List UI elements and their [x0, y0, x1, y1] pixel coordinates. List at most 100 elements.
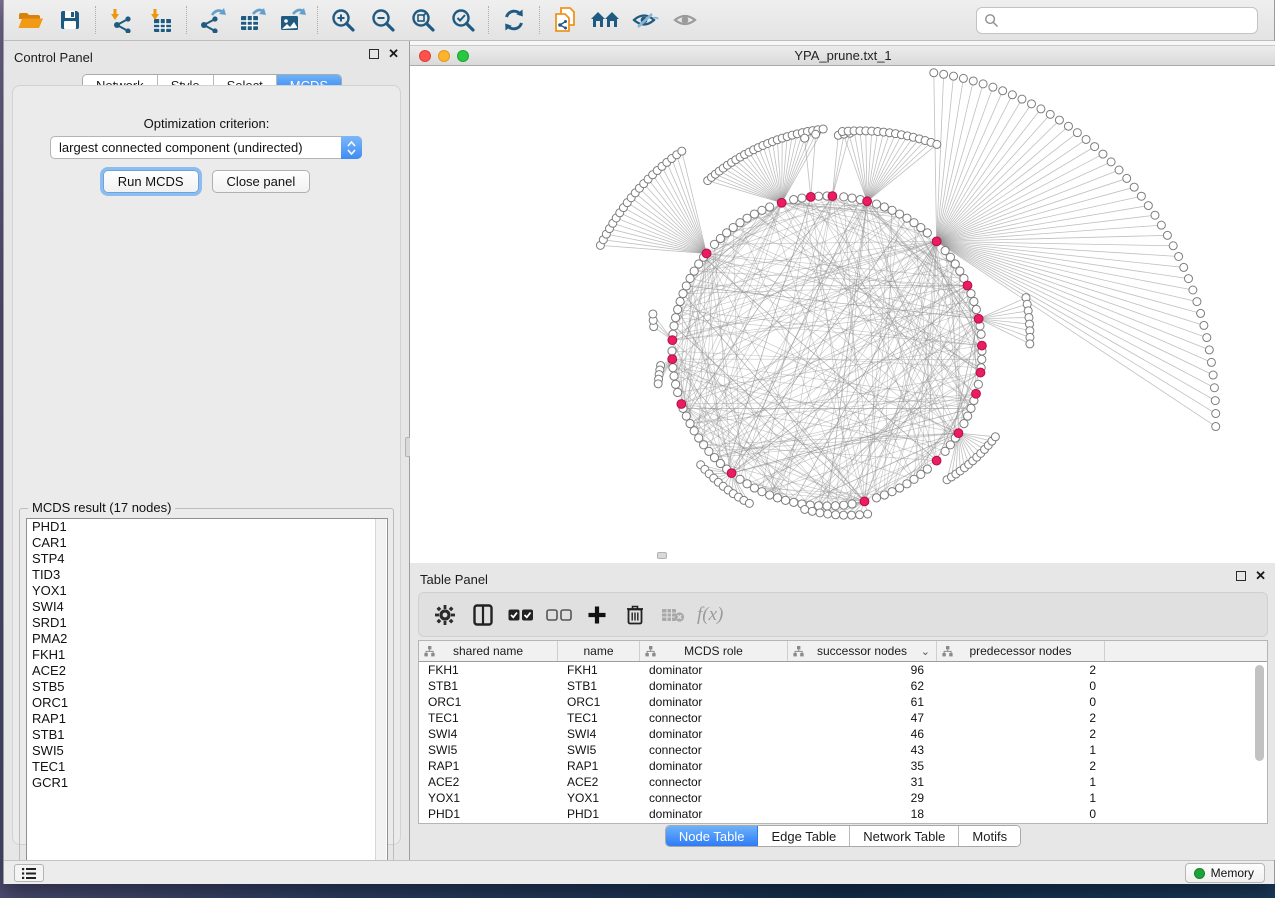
- mcds-result-item[interactable]: FKH1: [27, 647, 387, 663]
- select-all-rows-button[interactable]: [507, 600, 535, 630]
- tab-network-table[interactable]: Network Table: [850, 826, 959, 846]
- close-panel-icon[interactable]: ✕: [1255, 571, 1266, 581]
- table-cell: 29: [788, 790, 937, 806]
- table-scrollbar-thumb[interactable]: [1255, 665, 1264, 761]
- table-cell: 1: [937, 742, 1105, 758]
- network-canvas[interactable]: [410, 66, 1275, 563]
- float-panel-icon[interactable]: [1236, 571, 1246, 581]
- tab-edge-table[interactable]: Edge Table: [758, 826, 850, 846]
- chevron-up-down-icon: [341, 136, 362, 159]
- table-panel: Table Panel ✕: [410, 563, 1275, 860]
- search-input[interactable]: [999, 13, 1250, 28]
- table-cell: ACE2: [558, 774, 640, 790]
- tab-node-table[interactable]: Node Table: [666, 826, 759, 846]
- mcds-list-scrollbar[interactable]: [375, 519, 386, 871]
- mcds-result-item[interactable]: SWI4: [27, 599, 387, 615]
- zoom-selected-icon: [450, 7, 476, 33]
- zoom-fit-button[interactable]: [403, 3, 443, 37]
- open-session-button[interactable]: [10, 3, 50, 37]
- optimization-criterion-select[interactable]: largest connected component (undirected): [50, 136, 362, 159]
- delete-table-icon: [661, 607, 685, 623]
- column-header-predecessor-nodes[interactable]: predecessor nodes: [937, 641, 1105, 661]
- export-image-button[interactable]: [272, 3, 312, 37]
- zoom-out-button[interactable]: [363, 3, 403, 37]
- first-neighbors-button[interactable]: [585, 3, 625, 37]
- run-mcds-button[interactable]: Run MCDS: [103, 170, 199, 193]
- horizontal-splitter-handle[interactable]: [657, 552, 667, 559]
- network-titlebar: YPA_prune.txt_1: [410, 45, 1275, 66]
- export-table-button[interactable]: [232, 3, 272, 37]
- export-network-button[interactable]: [192, 3, 232, 37]
- delete-table-button[interactable]: [659, 600, 687, 630]
- table-settings-button[interactable]: [431, 600, 459, 630]
- show-panels-button[interactable]: [14, 864, 44, 882]
- mcds-result-item[interactable]: PHD1: [27, 519, 387, 535]
- zoom-in-button[interactable]: [323, 3, 363, 37]
- table-cell: TEC1: [419, 710, 558, 726]
- mcds-result-item[interactable]: STB1: [27, 727, 387, 743]
- save-session-button[interactable]: [50, 3, 90, 37]
- mcds-result-item[interactable]: TID3: [27, 567, 387, 583]
- table-row[interactable]: RAP1RAP1dominator352: [419, 758, 1267, 774]
- mcds-result-item[interactable]: STP4: [27, 551, 387, 567]
- import-table-button[interactable]: [141, 3, 181, 37]
- mcds-result-item[interactable]: ACE2: [27, 663, 387, 679]
- table-row[interactable]: SWI5SWI5connector431: [419, 742, 1267, 758]
- table-cell: STB1: [558, 678, 640, 694]
- mcds-result-item[interactable]: CAR1: [27, 535, 387, 551]
- mcds-result-item[interactable]: STB5: [27, 679, 387, 695]
- tab-motifs[interactable]: Motifs: [959, 826, 1020, 846]
- column-header-successor-nodes[interactable]: successor nodes ⌄: [788, 641, 937, 661]
- table-cell: SWI4: [419, 726, 558, 742]
- mcds-panel-body: Optimization criterion: largest connecte…: [12, 85, 401, 845]
- mcds-result-groupbox: MCDS result (17 nodes) PHD1CAR1STP4TID3Y…: [19, 508, 394, 880]
- table-row[interactable]: FKH1FKH1dominator962: [419, 662, 1267, 678]
- mcds-result-item[interactable]: GCR1: [27, 775, 387, 791]
- mcds-result-item[interactable]: YOX1: [27, 583, 387, 599]
- search-box: [976, 7, 1258, 34]
- table-row[interactable]: ORC1ORC1dominator610: [419, 694, 1267, 710]
- table-scrollbar[interactable]: [1254, 665, 1265, 822]
- close-panel-button[interactable]: Close panel: [212, 170, 311, 193]
- table-cell: PHD1: [419, 806, 558, 822]
- delete-column-button[interactable]: [621, 600, 649, 630]
- close-panel-icon[interactable]: ✕: [388, 49, 399, 59]
- table-row[interactable]: STB1STB1dominator620: [419, 678, 1267, 694]
- table-row[interactable]: PHD1PHD1dominator180: [419, 806, 1267, 822]
- table-row[interactable]: ACE2ACE2connector311: [419, 774, 1267, 790]
- duplicate-network-button[interactable]: [545, 3, 585, 37]
- mcds-result-item[interactable]: PMA2: [27, 631, 387, 647]
- table-row[interactable]: YOX1YOX1connector291: [419, 790, 1267, 806]
- table-cell: dominator: [640, 678, 788, 694]
- export-table-icon: [238, 7, 266, 33]
- mcds-result-item[interactable]: SRD1: [27, 615, 387, 631]
- mcds-result-title: MCDS result (17 nodes): [28, 500, 175, 515]
- create-column-button[interactable]: [583, 600, 611, 630]
- hide-selected-button[interactable]: [625, 3, 665, 37]
- export-network-icon: [199, 7, 226, 33]
- zoom-selected-button[interactable]: [443, 3, 483, 37]
- import-network-button[interactable]: [101, 3, 141, 37]
- mcds-result-item[interactable]: TEC1: [27, 759, 387, 775]
- show-columns-button[interactable]: [469, 600, 497, 630]
- column-header-mcds-role[interactable]: MCDS role: [640, 641, 788, 661]
- mcds-result-list: PHD1CAR1STP4TID3YOX1SWI4SRD1PMA2FKH1ACE2…: [26, 518, 388, 872]
- search-icon: [984, 13, 999, 28]
- table-cell: 0: [937, 694, 1105, 710]
- column-header-name[interactable]: name: [558, 641, 640, 661]
- mcds-result-item[interactable]: ORC1: [27, 695, 387, 711]
- memory-button[interactable]: Memory: [1185, 863, 1265, 883]
- show-all-button[interactable]: [665, 3, 705, 37]
- refresh-button[interactable]: [494, 3, 534, 37]
- table-panel-header: Table Panel ✕: [410, 567, 1275, 591]
- deselect-all-rows-button[interactable]: [545, 600, 573, 630]
- columns-icon: [473, 604, 493, 626]
- table-row[interactable]: TEC1TEC1connector472: [419, 710, 1267, 726]
- mcds-result-item[interactable]: RAP1: [27, 711, 387, 727]
- mcds-result-item[interactable]: SWI5: [27, 743, 387, 759]
- function-builder-icon[interactable]: f(x): [697, 604, 723, 626]
- table-row[interactable]: SWI4SWI4dominator462: [419, 726, 1267, 742]
- column-header-shared-name[interactable]: shared name: [419, 641, 558, 661]
- table-cell: connector: [640, 790, 788, 806]
- float-panel-icon[interactable]: [369, 49, 379, 59]
